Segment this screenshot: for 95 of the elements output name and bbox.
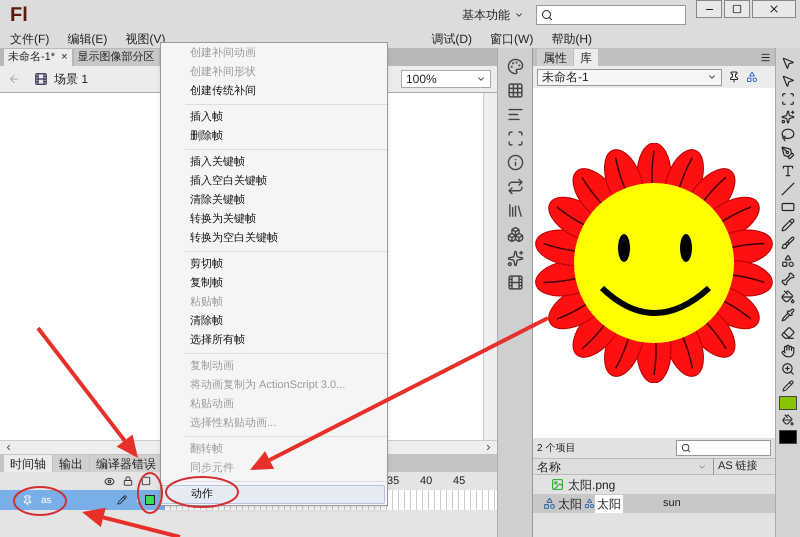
pencil-icon xyxy=(117,495,127,505)
close-button[interactable] xyxy=(752,0,796,18)
lock-icon xyxy=(123,476,133,486)
menu-item[interactable]: 帮助(H) xyxy=(551,32,592,46)
align-icon[interactable] xyxy=(506,106,524,123)
linkage-cell-text: sun xyxy=(663,496,681,512)
grid-icon[interactable] xyxy=(506,82,524,99)
scene-icon xyxy=(34,72,48,86)
fill-icon xyxy=(782,414,794,426)
document-dropdown[interactable]: 未命名-1 xyxy=(537,68,722,86)
maximize-button[interactable] xyxy=(724,0,750,18)
scroll-right-icon[interactable] xyxy=(484,443,493,452)
document-tab[interactable]: 显示图像部分区 xyxy=(74,49,158,66)
paint-bucket-icon[interactable] xyxy=(781,290,795,304)
workspace-dropdown[interactable]: 基本功能 xyxy=(462,6,524,24)
app-logo: Fl xyxy=(10,3,28,28)
panel-tab[interactable]: 时间轴 xyxy=(4,455,52,472)
annotation-circle xyxy=(13,486,67,516)
eraser-icon[interactable] xyxy=(781,326,795,340)
frame-number: 40 xyxy=(420,474,434,489)
menu-item[interactable]: 文件(F) xyxy=(10,32,50,46)
components-icon[interactable] xyxy=(506,226,524,243)
context-menu-item[interactable]: 创建传统补间 xyxy=(161,82,387,101)
panel-tab[interactable]: 输出 xyxy=(53,455,89,472)
eye-icon xyxy=(104,476,115,486)
shapes-icon[interactable] xyxy=(781,254,795,268)
tab-close-button[interactable]: × xyxy=(61,49,68,66)
search-icon xyxy=(681,443,691,453)
item-count: 2 个项目 xyxy=(537,442,576,456)
library-item[interactable]: 太阳 太阳 sun xyxy=(533,494,775,513)
hand-icon[interactable] xyxy=(781,344,795,358)
maximize-icon xyxy=(732,4,742,14)
rename-field[interactable]: 太阳 xyxy=(595,494,623,512)
symbol-icon xyxy=(584,498,595,509)
library-search-field[interactable] xyxy=(676,440,771,456)
search-field[interactable] xyxy=(536,5,686,25)
panel-tab[interactable]: 编译器错误 xyxy=(90,455,162,472)
panel-tab[interactable]: 库 xyxy=(574,49,598,66)
context-menu-item[interactable]: 删除帧 xyxy=(161,127,387,146)
close-icon xyxy=(768,3,780,15)
palette-icon[interactable] xyxy=(506,58,524,75)
bitmap-icon xyxy=(551,478,564,491)
menu-item[interactable]: 调试(D) xyxy=(431,32,472,46)
film-icon[interactable] xyxy=(506,274,524,291)
panel-tab[interactable]: 属性 xyxy=(537,49,573,66)
back-arrow-icon xyxy=(8,73,20,85)
context-menu-item[interactable]: 剪切帧 xyxy=(161,255,387,274)
keyframe-swatch xyxy=(145,495,155,505)
context-menu-item[interactable]: 插入帧 xyxy=(161,108,387,127)
symbol-icon xyxy=(543,497,556,510)
context-menu-item[interactable]: 复制帧 xyxy=(161,274,387,293)
context-menu-item[interactable]: 转换为空白关键帧 xyxy=(161,229,387,248)
library-icon[interactable] xyxy=(506,202,524,219)
column-header[interactable]: 名称 xyxy=(537,458,697,476)
layer-icon xyxy=(22,494,33,506)
text-tool-icon[interactable] xyxy=(781,164,795,178)
scene-label: 场景 1 xyxy=(54,71,88,88)
pin-icon[interactable] xyxy=(728,71,740,83)
pencil-icon[interactable] xyxy=(781,218,795,232)
sparkle-icon[interactable] xyxy=(506,250,524,267)
subselection-tool-icon[interactable] xyxy=(781,74,795,88)
transform-icon[interactable] xyxy=(506,130,524,147)
pen-icon[interactable] xyxy=(781,146,795,160)
frame-number: 45 xyxy=(453,474,466,489)
search-icon xyxy=(541,9,553,21)
scroll-left-icon[interactable] xyxy=(4,443,13,452)
context-menu-item[interactable]: 清除帧 xyxy=(161,312,387,331)
context-menu-item[interactable]: 转换为关键帧 xyxy=(161,210,387,229)
annotation-circle xyxy=(137,472,163,514)
rectangle-tool-icon[interactable] xyxy=(781,200,795,214)
stroke-icon xyxy=(782,380,794,392)
lasso-icon[interactable] xyxy=(781,128,795,142)
transform-tool-icon[interactable] xyxy=(781,92,795,106)
menu-item[interactable]: 编辑(E) xyxy=(67,32,108,46)
context-menu-item[interactable]: 选择所有帧 xyxy=(161,331,387,350)
eyedropper-icon[interactable] xyxy=(781,308,795,322)
frame-number: 35 xyxy=(387,474,400,489)
context-menu-item[interactable]: 插入空白关键帧 xyxy=(161,172,387,191)
context-menu-item[interactable]: 动作 xyxy=(161,485,385,504)
fill-color-swatch[interactable] xyxy=(779,430,797,444)
context-menu-item[interactable]: 清除关键帧 xyxy=(161,191,387,210)
zoom-dropdown[interactable]: 100% xyxy=(401,70,491,88)
line-tool-icon[interactable] xyxy=(781,182,795,196)
brush-icon[interactable] xyxy=(781,236,795,250)
zoom-icon[interactable] xyxy=(781,362,795,376)
swap-icon[interactable] xyxy=(506,178,524,195)
context-menu-item[interactable]: 插入关键帧 xyxy=(161,153,387,172)
menu-item[interactable]: 窗口(W) xyxy=(490,32,534,46)
outline-icon xyxy=(141,476,151,486)
info-icon[interactable] xyxy=(506,154,524,171)
selection-tool-icon[interactable] xyxy=(781,56,795,70)
panel-menu-icon[interactable] xyxy=(760,52,771,63)
bone-icon[interactable] xyxy=(781,272,795,286)
stroke-color-swatch[interactable] xyxy=(779,396,797,410)
document-tab[interactable]: 未命名-1* × xyxy=(4,49,72,66)
